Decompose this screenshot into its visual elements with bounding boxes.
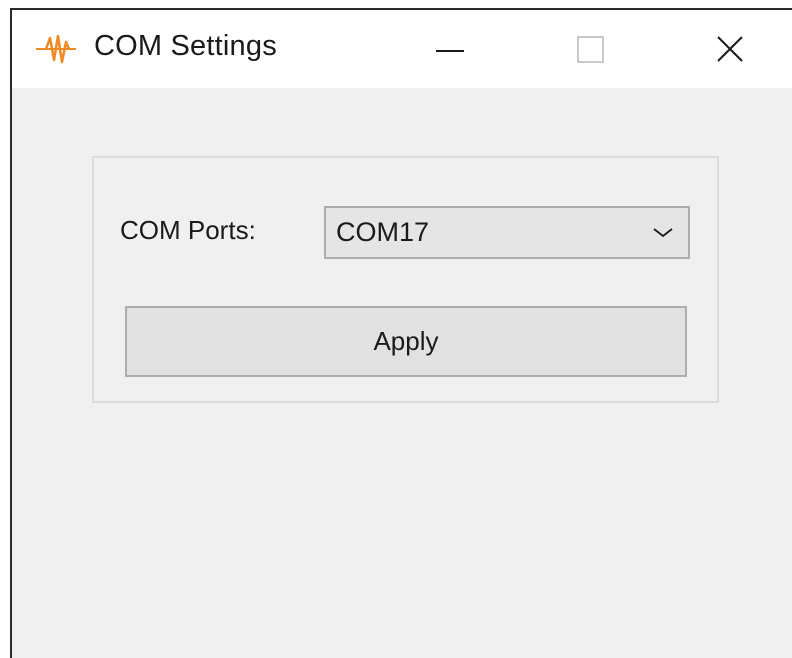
chevron-down-icon: [652, 224, 674, 240]
com-settings-window: COM Settings COM Ports: COM17 Apply: [10, 8, 792, 658]
close-button[interactable]: [688, 10, 778, 88]
minimize-button[interactable]: [406, 10, 496, 88]
com-ports-label: COM Ports:: [120, 215, 256, 245]
maximize-button[interactable]: [548, 10, 638, 88]
waveform-icon: [36, 34, 76, 64]
com-ports-dropdown[interactable]: COM17: [324, 206, 690, 259]
window-title: COM Settings: [94, 30, 277, 62]
apply-button[interactable]: Apply: [125, 306, 687, 377]
com-ports-selected-value: COM17: [336, 217, 430, 247]
title-bar[interactable]: COM Settings: [12, 10, 792, 88]
